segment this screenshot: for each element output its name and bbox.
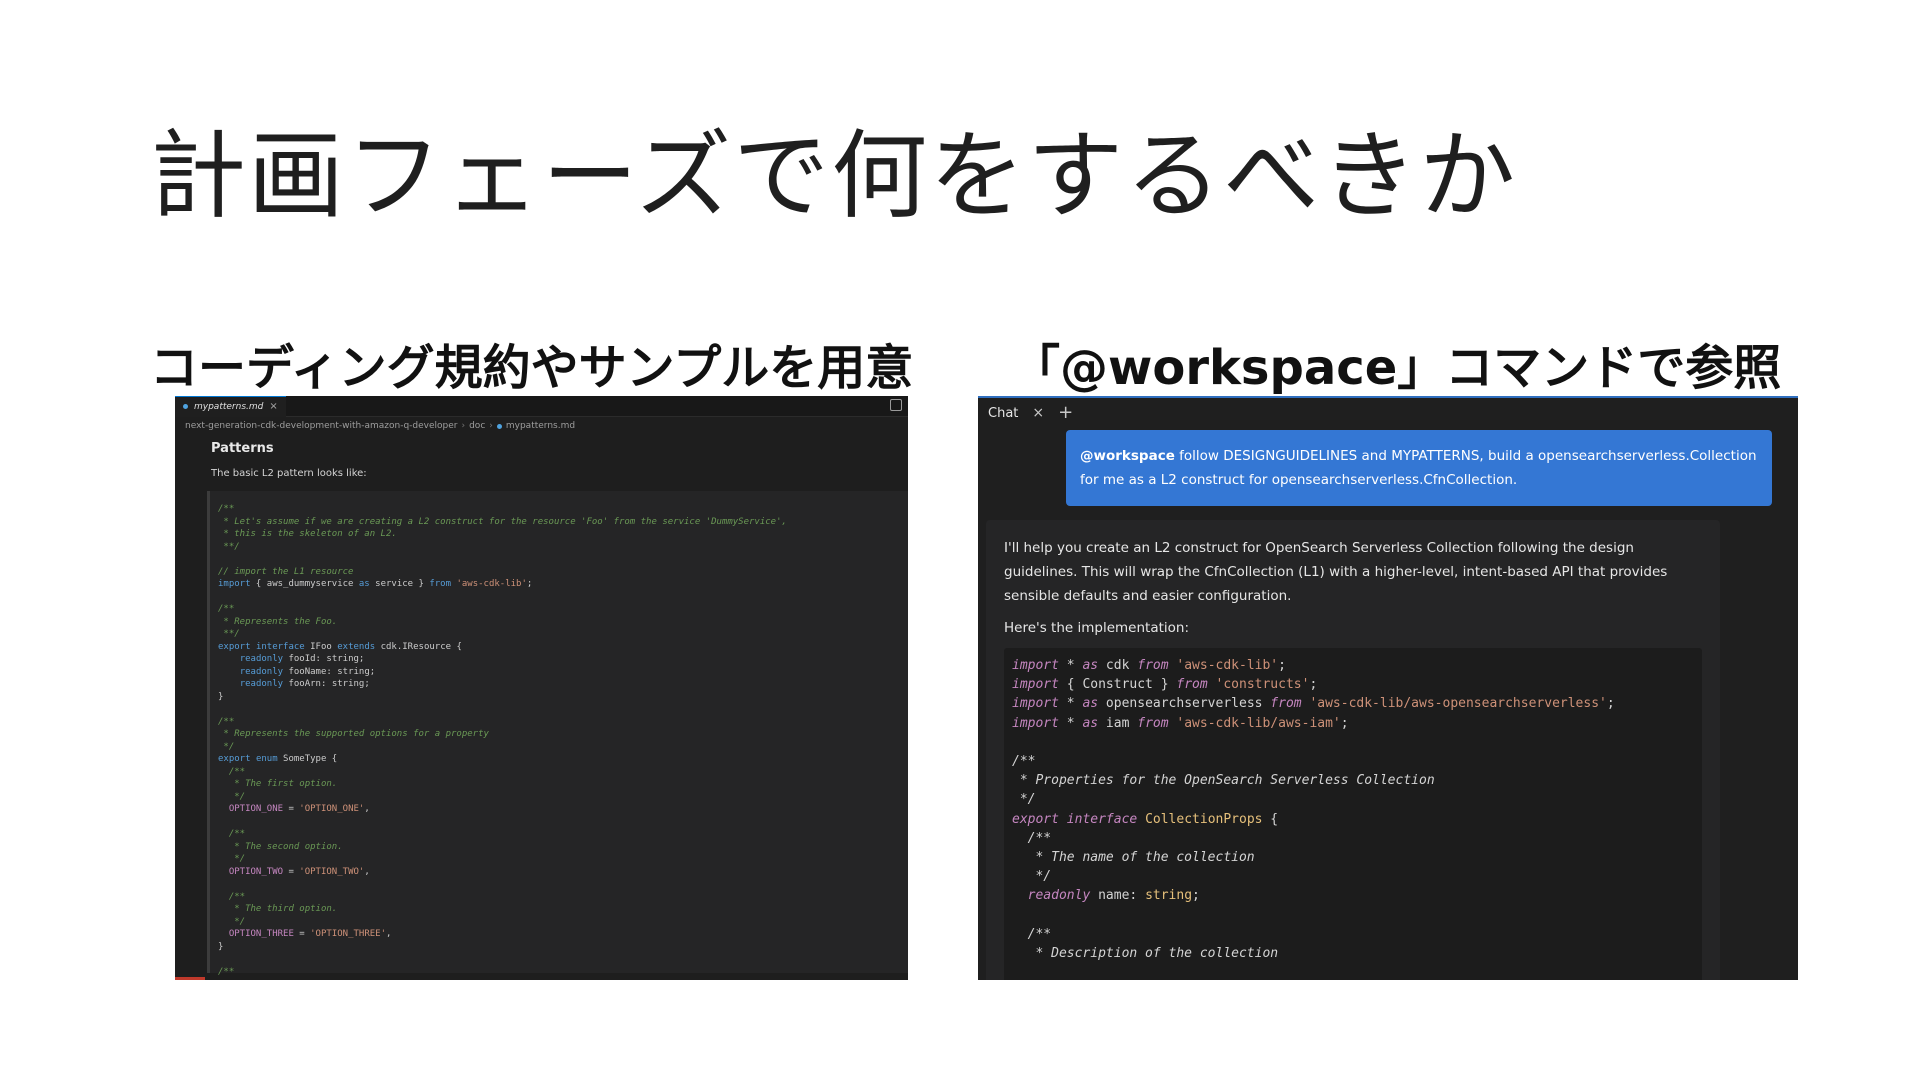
code-line: **/ — [218, 541, 240, 552]
user-message: @workspace follow DESIGNGUIDELINES and M… — [1066, 430, 1772, 506]
code-line: */ — [218, 791, 246, 802]
chat-screenshot: Chat × + @workspace follow DESIGNGUIDELI… — [978, 396, 1798, 980]
code-line: /** — [1012, 753, 1036, 769]
caption-right: 「@workspace」コマンドで参照 — [1012, 340, 1782, 396]
chat-tabbar: Chat × + — [978, 396, 1798, 428]
code-line: * Let's assume if we are creating a L2 c… — [218, 516, 787, 527]
chevron-right-icon: › — [489, 421, 493, 431]
code-line: export interface IFoo extends cdk.IResou… — [218, 641, 462, 652]
breadcrumb: next-generation-cdk-development-with-ama… — [175, 417, 908, 435]
code-line: **/ — [218, 629, 240, 639]
code-line: * this is the skeleton of an L2. — [218, 529, 397, 539]
chevron-right-icon: › — [461, 421, 466, 431]
code-line: readonly name: string; — [1027, 888, 1200, 904]
code-line: * The first option. — [218, 779, 338, 789]
code-line: /** — [218, 829, 246, 839]
add-tab-icon[interactable]: + — [1058, 404, 1073, 422]
code-line: /** — [218, 716, 235, 727]
code-line: import * as iam from 'aws-cdk-lib/aws-ia… — [1012, 715, 1349, 731]
code-line: */ — [218, 916, 246, 927]
markdown-file-icon — [496, 423, 502, 429]
code-line: OPTION_THREE = 'OPTION_THREE', — [228, 929, 392, 939]
code-line: * Represents the Foo. — [218, 616, 338, 627]
code-block: import * as cdk from 'aws-cdk-lib'; impor… — [1004, 648, 1702, 980]
implementation-label: Here's the implementation: — [1004, 620, 1190, 636]
code-line: OPTION_TWO = 'OPTION_TWO', — [228, 866, 370, 877]
code-line: * The third option. — [218, 904, 338, 914]
code-line: export enum SomeType { — [218, 754, 338, 764]
split-editor-icon[interactable] — [890, 399, 902, 411]
workspace-mention: @workspace — [1080, 448, 1175, 464]
code-line: * Properties for the OpenSearch Serverle… — [1012, 773, 1435, 789]
assistant-message: I'll help you create an L2 construct for… — [986, 520, 1720, 980]
code-line: * The name of the collection — [1012, 849, 1255, 865]
code-line: export interface CollectionProps { — [1012, 811, 1279, 827]
assistant-intro: I'll help you create an L2 construct for… — [1004, 540, 1668, 604]
breadcrumb-item[interactable]: next-generation-cdk-development-with-ama… — [185, 421, 457, 431]
code-line: /** — [218, 966, 235, 977]
code-line: * Represents the supported options for a… — [218, 729, 489, 739]
code-line: import { Construct } from 'constructs'; — [1012, 677, 1318, 693]
code-line: // import the L1 resource — [218, 566, 354, 577]
code-line: /** — [218, 504, 235, 514]
markdown-file-icon — [183, 404, 188, 409]
code-line: import * as cdk from 'aws-cdk-lib'; — [1012, 658, 1286, 673]
breadcrumb-item[interactable]: mypatterns.md — [506, 421, 575, 431]
code-line: } — [218, 691, 224, 702]
slide-title: 計画フェーズで何をするべきか — [150, 120, 1518, 232]
code-line: readonly fooName: string; — [239, 666, 376, 677]
code-line: OPTION_ONE = 'OPTION_ONE', — [228, 804, 370, 814]
code-line: */ — [1012, 792, 1036, 808]
code-line: * Description of the collection — [1012, 945, 1279, 961]
caption-left: コーディング規約やサンプルを用意 — [150, 340, 914, 396]
close-icon[interactable]: × — [1032, 405, 1044, 421]
editor-tab-label: mypatterns.md — [194, 401, 264, 412]
code-line: } — [218, 941, 224, 952]
code-line: * The second option. — [218, 841, 343, 852]
editor-screenshot: mypatterns.md × next-generation-cdk-deve… — [175, 396, 908, 980]
code-line: */ — [1012, 869, 1052, 885]
code-line: /** — [1012, 830, 1052, 846]
code-line: /** — [218, 766, 246, 777]
code-line: /** — [1012, 926, 1052, 942]
code-line: readonly fooArn: string; — [239, 679, 370, 689]
tab-chat[interactable]: Chat — [988, 406, 1018, 421]
code-block: /** * Let's assume if we are creating a … — [207, 491, 908, 977]
code-line: readonly fooId: string; — [239, 654, 365, 664]
code-line: */ — [218, 854, 246, 864]
status-mark — [175, 977, 205, 980]
close-icon[interactable]: × — [269, 401, 277, 412]
markdown-preview: Patterns The basic L2 pattern looks like… — [175, 435, 908, 977]
code-line: import * as opensearchserverless from 'a… — [1012, 696, 1615, 712]
code-line: /** — [218, 891, 246, 902]
breadcrumb-item[interactable]: doc — [469, 421, 485, 431]
editor-tabbar: mypatterns.md × — [175, 396, 908, 417]
user-message-text: follow DESIGNGUIDELINES and MYPATTERNS, … — [1080, 448, 1757, 488]
md-heading: Patterns — [211, 441, 274, 456]
md-paragraph: The basic L2 pattern looks like: — [211, 468, 367, 479]
code-line: /** — [218, 604, 235, 614]
editor-tab-mypatterns[interactable]: mypatterns.md × — [175, 396, 286, 417]
code-line: */ — [218, 741, 235, 752]
code-line: import { aws_dummyservice as service } f… — [218, 579, 533, 589]
